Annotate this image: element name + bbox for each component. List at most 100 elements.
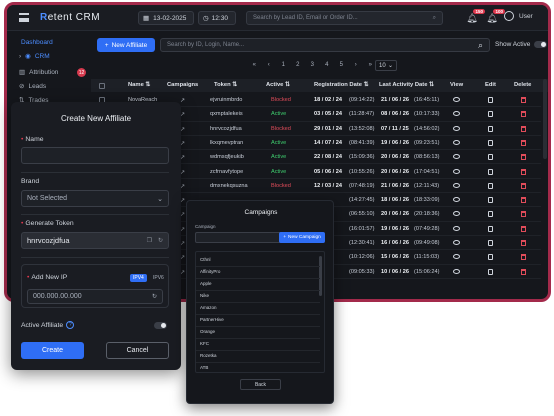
campaign-list-item[interactable]: Amazon <box>200 305 217 310</box>
select-all-checkbox[interactable] <box>99 83 105 89</box>
info-icon[interactable]: ? <box>66 321 75 329</box>
delete-icon[interactable] <box>521 197 526 204</box>
view-icon[interactable] <box>453 168 460 174</box>
edit-icon[interactable] <box>488 154 493 161</box>
new-affiliate-button[interactable]: + New Affiliate <box>97 38 155 52</box>
edit-icon[interactable] <box>488 240 493 246</box>
view-icon[interactable] <box>453 182 460 188</box>
affiliate-search-input[interactable]: Search by ID, Login, Name... ⌕ <box>160 38 490 52</box>
user-menu[interactable]: User <box>504 11 533 21</box>
delete-icon[interactable] <box>521 225 526 232</box>
page-size-select[interactable]: 10 ⌄ <box>375 60 397 71</box>
page-button[interactable]: 2 <box>291 62 306 68</box>
cancel-button[interactable]: Cancel <box>106 342 169 359</box>
page-button[interactable]: 4 <box>320 62 335 68</box>
view-icon[interactable] <box>453 211 460 217</box>
edit-icon[interactable] <box>488 211 493 218</box>
delete-icon[interactable] <box>521 240 526 246</box>
last-activity-time: (08:56:13) <box>414 154 440 161</box>
campaign-list-item[interactable]: Apple <box>200 281 212 286</box>
ipv6-tab[interactable]: IPV6 <box>150 274 167 282</box>
edit-icon[interactable] <box>488 139 493 146</box>
sidebar-item-crm[interactable]: › ◉ CRM <box>19 52 50 61</box>
copy-icon[interactable]: ❐ <box>147 237 152 244</box>
view-icon[interactable] <box>453 125 460 131</box>
edit-icon[interactable] <box>488 197 493 204</box>
open-campaigns-icon[interactable]: ↗ <box>180 97 185 104</box>
next-page-button[interactable]: › <box>349 62 364 68</box>
campaign-list-item[interactable]: Orange <box>200 329 215 334</box>
first-page-button[interactable]: « <box>247 62 262 68</box>
ipv4-tab[interactable]: IPV4 <box>130 274 147 282</box>
col-token[interactable]: Token ⇅ <box>214 82 237 88</box>
prev-page-button[interactable]: ‹ <box>262 62 277 68</box>
name-input[interactable] <box>21 147 169 164</box>
sidebar-item-leads[interactable]: ⊘ Leads <box>19 82 46 91</box>
table-scrollbar[interactable] <box>543 79 547 159</box>
delete-icon[interactable] <box>521 111 526 118</box>
view-icon[interactable] <box>453 254 460 260</box>
back-button[interactable]: Back <box>240 379 281 390</box>
delete-icon[interactable] <box>521 168 526 175</box>
view-icon[interactable] <box>453 154 460 160</box>
last-activity-time: (07:49:28) <box>414 225 440 232</box>
create-button[interactable]: Create <box>21 342 84 359</box>
view-icon[interactable] <box>453 97 460 102</box>
campaign-list-item[interactable]: KFC <box>200 341 209 346</box>
campaign-list-item[interactable]: PartnerHive <box>200 317 224 322</box>
view-icon[interactable] <box>453 240 460 245</box>
view-icon[interactable] <box>453 268 460 274</box>
show-active-toggle[interactable]: Show Active <box>495 41 548 48</box>
edit-icon[interactable] <box>488 168 493 175</box>
bell-icon[interactable]: 🔔︎ 100 <box>485 9 505 25</box>
global-search-input[interactable]: Search by Lead ID, Email or Order ID... ⌕ <box>246 11 443 25</box>
refresh-icon[interactable]: ↻ <box>158 237 163 244</box>
date-picker[interactable]: ▦ 13-02-2025 <box>138 11 194 25</box>
edit-icon[interactable] <box>488 182 493 189</box>
view-icon[interactable] <box>453 111 460 117</box>
view-icon[interactable] <box>453 225 460 231</box>
delete-icon[interactable] <box>521 182 526 189</box>
campaign-list-item[interactable]: Nike <box>200 293 209 298</box>
col-last-activity-date[interactable]: Last Activity Date ⇅ <box>379 82 434 88</box>
edit-icon[interactable] <box>488 254 493 261</box>
edit-icon[interactable] <box>488 268 493 275</box>
edit-icon[interactable] <box>488 111 493 118</box>
campaign-list-item[interactable]: AffinityPro <box>200 269 220 274</box>
campaign-input[interactable] <box>195 232 283 243</box>
edit-icon[interactable] <box>488 125 493 132</box>
sidebar-item-dashboard[interactable]: Dashboard <box>21 39 53 46</box>
bell-icon[interactable]: 🔔︎ 150 <box>465 9 485 25</box>
delete-icon[interactable] <box>521 268 526 275</box>
edit-icon[interactable] <box>488 225 493 232</box>
col-registration-date[interactable]: Registration Date ⇅ <box>314 82 368 88</box>
delete-icon[interactable] <box>521 154 526 161</box>
page-button[interactable]: 1 <box>276 62 291 68</box>
menu-icon[interactable] <box>19 13 29 22</box>
page-button[interactable]: 3 <box>305 62 320 68</box>
brand-select[interactable]: Not Selected ⌄ <box>21 190 169 207</box>
token-field[interactable]: hnrvcozjdfua ❐ ↻ <box>21 232 169 249</box>
delete-icon[interactable] <box>521 139 526 146</box>
col-name[interactable]: Name ⇅ <box>128 82 150 88</box>
affiliate-token: hnrvcozjdfua <box>210 125 242 132</box>
sidebar-item-attribution[interactable]: ▥ Attribution <box>19 68 58 77</box>
new-campaign-button[interactable]: + New Campaign <box>279 232 325 243</box>
plus-icon: + <box>283 235 286 240</box>
col-active[interactable]: Active ⇅ <box>266 82 290 88</box>
view-icon[interactable] <box>453 139 460 145</box>
time-display[interactable]: ◷ 12:30 <box>198 11 236 25</box>
page-button[interactable]: 5 <box>334 62 349 68</box>
active-affiliate-toggle[interactable] <box>154 322 167 329</box>
delete-icon[interactable] <box>521 254 526 261</box>
campaign-list-item[interactable]: Rozetka <box>200 353 217 358</box>
edit-icon[interactable] <box>488 97 493 103</box>
campaign-list-item[interactable]: ATB <box>200 365 208 370</box>
ip-input[interactable]: 000.000.00.000 ↻ <box>27 289 163 304</box>
view-icon[interactable] <box>453 197 460 203</box>
delete-icon[interactable] <box>521 97 526 103</box>
delete-icon[interactable] <box>521 125 526 132</box>
refresh-icon[interactable]: ↻ <box>152 293 157 300</box>
campaign-list-item[interactable]: Cthnl <box>200 257 211 262</box>
delete-icon[interactable] <box>521 211 526 218</box>
